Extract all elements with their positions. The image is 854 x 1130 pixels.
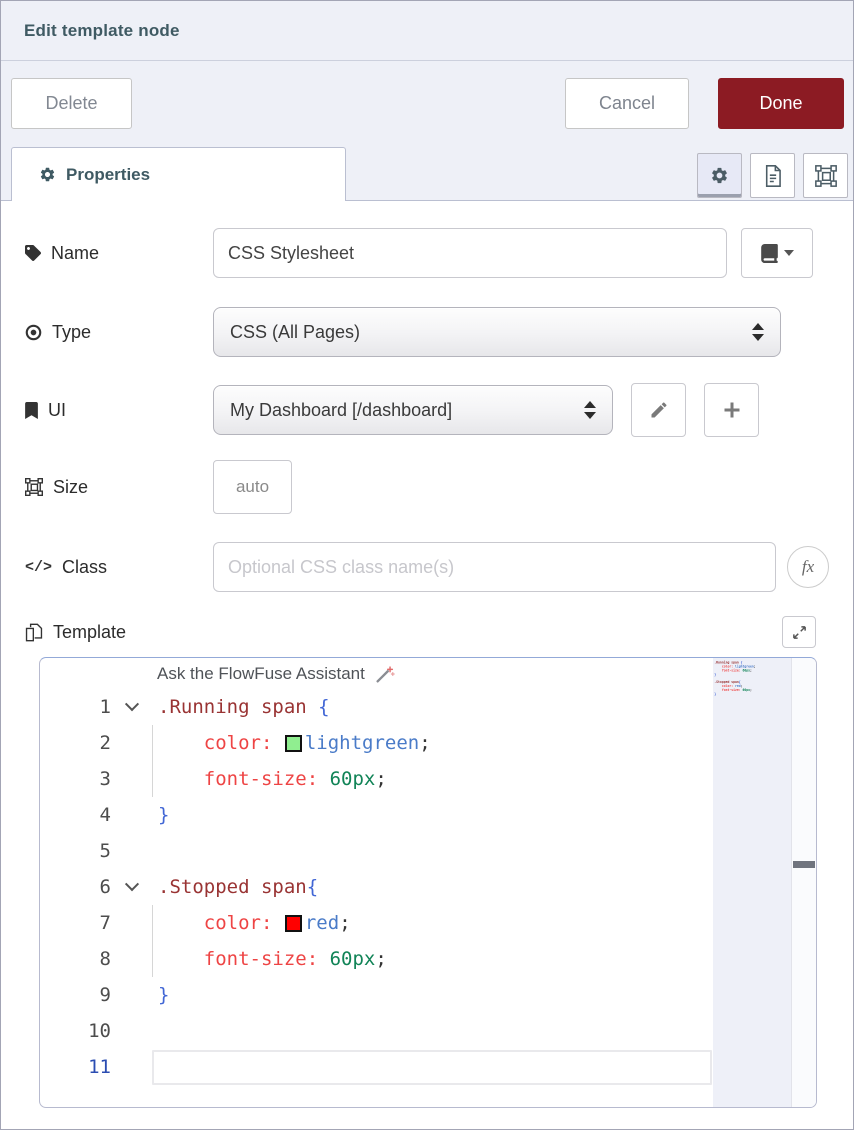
ui-label-text: UI	[48, 400, 66, 421]
minimap[interactable]: .Running span { color: lightgreen; font-…	[713, 658, 791, 1107]
type-label-text: Type	[52, 322, 91, 343]
code-line[interactable]: 3 font-size: 60px;	[40, 761, 712, 797]
class-input[interactable]	[213, 542, 776, 592]
document-icon	[763, 165, 783, 187]
line-number: 6	[40, 876, 111, 898]
pencil-icon	[649, 400, 669, 420]
line-number: 2	[40, 732, 111, 754]
minimap-content: .Running span { color: lightgreen; font-…	[713, 658, 786, 704]
appearance-pane-button[interactable]	[803, 153, 848, 198]
line-number: 7	[40, 912, 111, 934]
code-line[interactable]: 7 color: red;	[40, 905, 712, 941]
fx-label: fx	[802, 557, 814, 577]
assistant-hint[interactable]: Ask the FlowFuse Assistant	[40, 658, 816, 689]
line-number: 11	[40, 1056, 111, 1078]
code-line[interactable]: 5	[40, 833, 712, 869]
name-label: Name	[25, 243, 213, 264]
appearance-icon	[815, 165, 837, 187]
code-lines[interactable]: 1.Running span {2 color: lightgreen;3 fo…	[40, 689, 712, 1085]
dialog-button-row: Delete Cancel Done	[1, 61, 853, 146]
form-row-type: Type CSS (All Pages)	[25, 307, 829, 357]
color-swatch[interactable]	[285, 915, 302, 932]
gear-icon	[710, 166, 729, 185]
line-number: 3	[40, 768, 111, 790]
line-number: 5	[40, 840, 111, 862]
size-auto-button[interactable]: auto	[213, 460, 292, 514]
dialog-title: Edit template node	[24, 21, 180, 41]
assistant-hint-label: Ask the FlowFuse Assistant	[157, 664, 365, 684]
done-button[interactable]: Done	[718, 78, 844, 129]
editor-pane-switcher	[697, 153, 848, 198]
code-icon: </>	[25, 559, 52, 576]
delete-button[interactable]: Delete	[11, 78, 132, 129]
tag-icon	[25, 245, 41, 261]
ui-select-value: My Dashboard [/dashboard]	[230, 400, 574, 421]
code-line[interactable]: 1.Running span {	[40, 689, 712, 725]
size-label: Size	[25, 477, 213, 498]
expand-editor-button[interactable]	[782, 616, 816, 648]
book-icon	[761, 244, 778, 263]
code-line[interactable]: 8 font-size: 60px;	[40, 941, 712, 977]
form-row-class: </> Class fx	[25, 541, 829, 593]
tab-properties-label: Properties	[66, 165, 150, 185]
fx-badge: fx	[787, 546, 829, 588]
ui-label: UI	[25, 400, 213, 421]
form-row-size: Size auto	[25, 460, 829, 514]
form-row-name: Name	[25, 228, 829, 278]
line-number: 4	[40, 804, 111, 826]
size-label-text: Size	[53, 477, 88, 498]
description-pane-button[interactable]	[750, 153, 795, 198]
select-spinner-icon	[584, 401, 596, 419]
code-line[interactable]: 6.Stopped span{	[40, 869, 712, 905]
scrollbar-track[interactable]	[791, 658, 816, 1107]
properties-form: Name Type CSS (All Pages)	[1, 201, 853, 1129]
gear-icon	[39, 166, 56, 183]
cancel-button[interactable]: Cancel	[565, 78, 689, 129]
plus-icon	[723, 401, 741, 419]
tab-properties[interactable]: Properties	[11, 147, 346, 201]
template-label-text: Template	[53, 622, 126, 643]
form-row-template: Template	[25, 616, 829, 648]
fold-icon[interactable]	[124, 697, 138, 711]
fold-icon[interactable]	[124, 877, 138, 891]
tab-row: Properties	[1, 146, 853, 201]
type-select[interactable]: CSS (All Pages)	[213, 307, 781, 357]
ui-select[interactable]: My Dashboard [/dashboard]	[213, 385, 613, 435]
dialog-header: Edit template node	[1, 1, 853, 61]
template-editor[interactable]: Ask the FlowFuse Assistant 1.Running spa…	[39, 657, 817, 1108]
bookmark-icon	[25, 402, 38, 419]
code-line[interactable]: 2 color: lightgreen;	[40, 725, 712, 761]
line-number: 8	[40, 948, 111, 970]
expand-icon	[792, 625, 807, 640]
line-number: 9	[40, 984, 111, 1006]
form-row-ui: UI My Dashboard [/dashboard]	[25, 383, 829, 437]
name-input[interactable]	[213, 228, 727, 278]
properties-pane-button[interactable]	[697, 153, 742, 198]
class-label-text: Class	[62, 557, 107, 578]
type-label: Type	[25, 322, 213, 343]
template-label: Template	[25, 622, 213, 643]
scrollbar-thumb[interactable]	[793, 861, 815, 868]
code-line[interactable]: 10	[40, 1013, 712, 1049]
select-spinner-icon	[752, 323, 764, 341]
edit-template-dialog: Edit template node Delete Cancel Done Pr…	[0, 0, 854, 1130]
code-line[interactable]: 9}	[40, 977, 712, 1013]
line-number: 1	[40, 696, 111, 718]
copy-icon	[25, 623, 43, 642]
add-ui-button[interactable]	[704, 383, 759, 437]
color-swatch[interactable]	[285, 735, 302, 752]
class-label: </> Class	[25, 557, 213, 578]
dialog-top-section: Edit template node Delete Cancel Done Pr…	[1, 1, 853, 201]
magic-wand-icon	[374, 663, 396, 685]
size-icon	[25, 478, 43, 496]
edit-ui-button[interactable]	[631, 383, 686, 437]
name-label-text: Name	[51, 243, 99, 264]
line-number: 10	[40, 1020, 111, 1042]
caret-down-icon	[784, 250, 794, 256]
code-line[interactable]: 4}	[40, 797, 712, 833]
type-select-value: CSS (All Pages)	[230, 322, 742, 343]
dot-circle-icon	[25, 324, 42, 341]
input-type-button[interactable]	[741, 228, 813, 278]
code-line[interactable]: 11	[40, 1049, 712, 1085]
